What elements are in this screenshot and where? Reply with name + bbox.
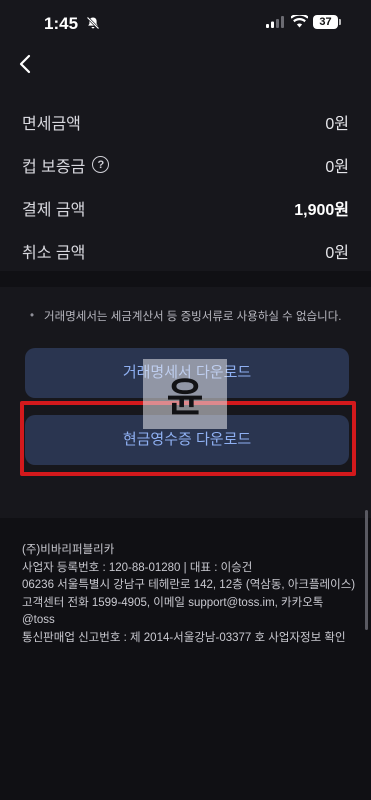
kakao-handle: @toss	[22, 614, 55, 626]
status-bar: 1:45 37	[0, 0, 371, 46]
company-info: (주)비바리퍼블리카 사업자 등록번호 : 120-88-01280 | 대표 …	[22, 542, 362, 647]
battery-indicator: 37	[313, 15, 338, 29]
statement-notice: • 거래명세서는 세금계산서 등 증빙서류로 사용하실 수 없습니다.	[30, 308, 341, 324]
notice-text: 거래명세서는 세금계산서 등 증빙서류로 사용하실 수 없습니다.	[44, 311, 342, 323]
battery-tip	[339, 19, 341, 25]
business-registration: 사업자 등록번호 : 120-88-01280 | 대표 : 이승건	[22, 561, 253, 574]
row-label: 컵 보증금	[22, 158, 86, 176]
customer-contact: 고객센터 전화 1599-4905, 이메일 support@toss.im, …	[22, 596, 324, 609]
row-value: 0원	[325, 158, 349, 176]
row-label: 면세금액	[22, 115, 81, 133]
row-payment-amount: 결제 금액 1,900원	[0, 186, 371, 229]
row-label-wrap: 컵 보증금 ?	[22, 153, 110, 177]
payment-detail-screen: 1:45 37 면세금액 0원 컵 보증금 ? 0원 결제 금액 1,900원 …	[0, 0, 371, 800]
row-cup-deposit: 컵 보증금 ? 0원	[0, 143, 371, 186]
bell-slash-icon	[86, 16, 100, 30]
watermark-overlay: 윤	[143, 359, 227, 429]
row-label: 취소 금액	[22, 244, 86, 262]
mail-order-registration[interactable]: 통신판매업 신고번호 : 제 2014-서울강남-03377 호 사업자정보 확…	[22, 630, 362, 648]
company-footer: (주)비바리퍼블리카 사업자 등록번호 : 120-88-01280 | 대표 …	[0, 518, 371, 800]
cellular-signal-icon	[266, 16, 284, 28]
scrollbar[interactable]	[365, 510, 368, 630]
row-tax-free: 면세금액 0원	[0, 100, 371, 143]
amount-list: 면세금액 0원 컵 보증금 ? 0원 결제 금액 1,900원 취소 금액 0원	[0, 100, 371, 272]
bullet: •	[30, 310, 35, 322]
row-cancel-amount: 취소 금액 0원	[0, 229, 371, 272]
back-button[interactable]	[10, 50, 40, 78]
row-value: 0원	[325, 244, 349, 262]
chevron-left-icon	[19, 54, 31, 74]
question-circle-icon[interactable]: ?	[92, 156, 110, 173]
section-divider	[0, 271, 371, 287]
row-value: 0원	[325, 115, 349, 133]
status-time: 1:45	[44, 14, 79, 33]
row-label: 결제 금액	[22, 201, 86, 219]
company-address: 06236 서울특별시 강남구 테헤란로 142, 12층 (역삼동, 아크플레…	[22, 579, 356, 591]
company-name: (주)비바리퍼블리카	[22, 544, 115, 556]
wifi-icon	[291, 15, 308, 28]
row-value: 1,900원	[294, 201, 349, 219]
watermark-glyph: 윤	[166, 376, 204, 420]
